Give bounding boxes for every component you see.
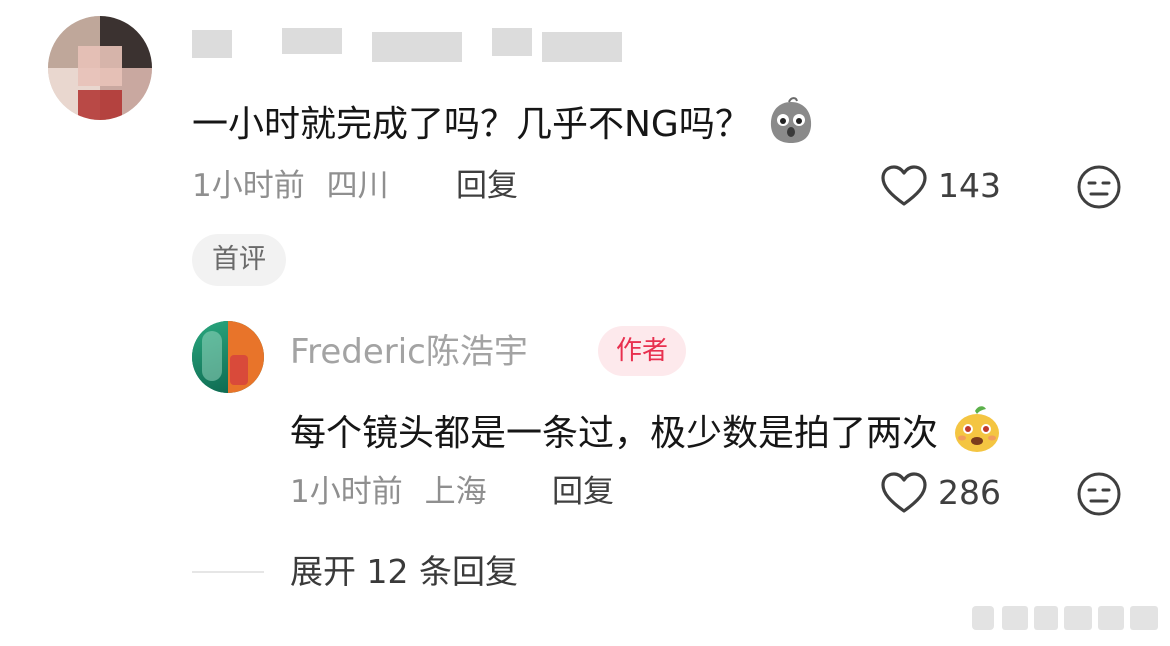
author-name[interactable]: Frederic陈浩宇	[290, 330, 528, 374]
reply-meta: 1小时前 上海	[290, 472, 487, 512]
watermark-logo-icon	[972, 606, 1158, 630]
dislike-face-icon[interactable]	[1076, 471, 1122, 517]
reply-location: 上海	[424, 474, 487, 510]
comment-text-content: 一小时就完成了吗？几乎不NG吗？	[192, 104, 751, 145]
comment-location: 四川	[326, 168, 389, 204]
happy-fruit-emoji-icon	[955, 406, 1000, 452]
shocked-face-emoji-icon	[771, 97, 812, 143]
expand-replies-button[interactable]: 展开 12 条回复	[290, 551, 518, 593]
comment-like-button[interactable]: 143	[880, 164, 1001, 208]
reply-like-count: 286	[938, 473, 1001, 512]
comment-meta: 1小时前 四川	[192, 166, 389, 206]
heart-icon	[881, 165, 927, 206]
reply-text-content: 每个镜头都是一条过，极少数是拍了两次	[290, 413, 939, 454]
comment-text: 一小时就完成了吗？几乎不NG吗？	[192, 96, 816, 147]
first-comment-tag: 首评	[192, 234, 286, 286]
heart-icon	[881, 472, 927, 513]
comment-time: 1小时前	[192, 168, 305, 204]
comment-reply-button[interactable]: 回复	[456, 166, 518, 206]
comment-like-count: 143	[938, 166, 1001, 205]
commenter-avatar[interactable]	[48, 16, 152, 120]
expand-divider	[192, 571, 264, 573]
reply-text: 每个镜头都是一条过，极少数是拍了两次	[290, 403, 1003, 456]
reply-like-button[interactable]: 286	[880, 471, 1001, 515]
reply-reply-button[interactable]: 回复	[552, 472, 614, 512]
reply-time: 1小时前	[290, 474, 403, 510]
author-badge: 作者	[598, 326, 687, 376]
author-avatar[interactable]	[192, 321, 264, 393]
dislike-face-icon[interactable]	[1076, 164, 1122, 210]
blurred-username	[192, 22, 632, 66]
